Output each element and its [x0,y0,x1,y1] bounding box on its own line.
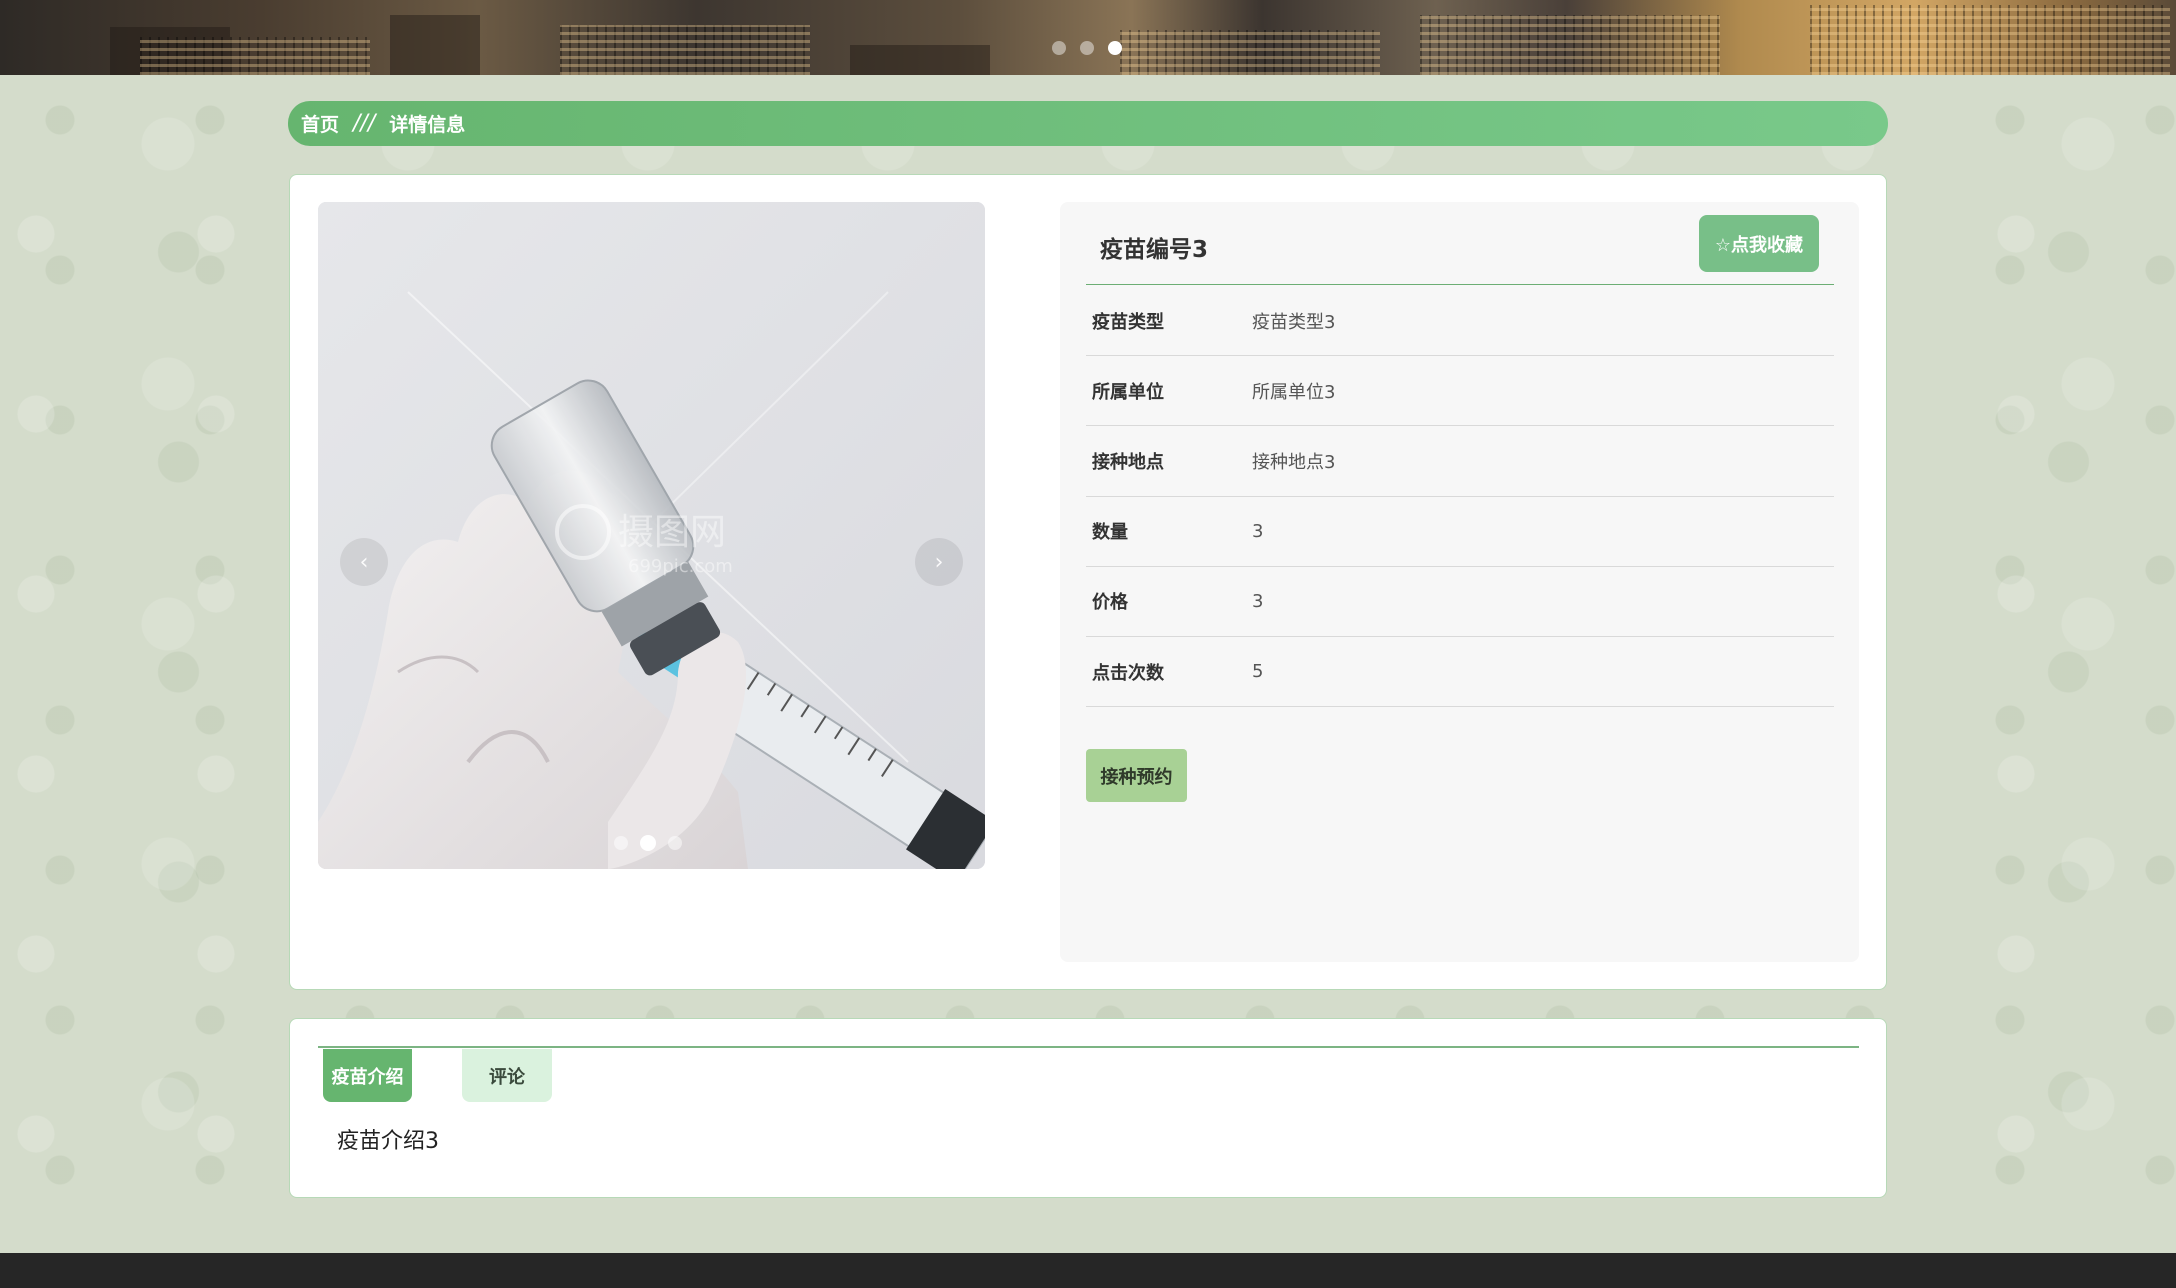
watermark-subtext: 699pic.com [628,556,733,577]
vaccine-title: 疫苗编号3 [1100,237,1209,263]
carousel-prev-button[interactable]: ‹ [340,538,388,586]
banner-dot[interactable] [1080,41,1094,55]
carousel-next-button[interactable]: › [915,538,963,586]
banner-building [1810,5,2170,75]
breadcrumb-separator: /// [353,111,376,136]
info-table: 疫苗类型 疫苗类型3 所属单位 所属单位3 接种地点 接种地点3 数量 3 价格… [1086,286,1834,708]
chevron-left-icon: ‹ [359,549,369,575]
detail-card: 摄图网 699pic.com ‹ › 疫苗编号3 ☆点我收藏 疫苗类型 疫苗类型… [289,174,1887,990]
info-label: 价格 [1092,592,1128,614]
chevron-right-icon: › [934,549,944,575]
info-value: 接种地点3 [1252,451,1336,473]
breadcrumb-home-link[interactable]: 首页 [301,110,339,137]
info-value: 所属单位3 [1252,381,1336,403]
watermark-text: 摄图网 [618,512,726,553]
info-row-vaccine-type: 疫苗类型 疫苗类型3 [1086,286,1834,357]
info-label: 所属单位 [1092,381,1164,403]
carousel-dot-active[interactable] [640,835,656,851]
carousel-indicators [614,835,682,851]
banner-dot-active[interactable] [1108,41,1122,55]
info-value: 5 [1252,661,1264,683]
banner-building [1420,15,1720,75]
tabs-card: 疫苗介绍 评论 疫苗介绍3 [289,1018,1887,1198]
tab-comments[interactable]: 评论 [462,1049,552,1102]
image-carousel[interactable]: 摄图网 699pic.com ‹ › [318,202,985,869]
banner-building [390,15,480,75]
reserve-button[interactable]: 接种预约 [1086,749,1187,802]
info-label: 疫苗类型 [1092,311,1164,333]
info-row-unit: 所属单位 所属单位3 [1086,356,1834,427]
banner-dot[interactable] [1052,41,1066,55]
info-value: 3 [1252,520,1264,542]
info-row-price: 价格 3 [1086,567,1834,637]
tab-divider [318,1046,1859,1048]
footer [0,1253,2176,1288]
info-label: 接种地点 [1092,451,1164,473]
tab-vaccine-intro[interactable]: 疫苗介绍 [323,1049,412,1102]
banner-building [850,45,990,75]
banner-indicators [1052,41,1122,55]
info-header: 疫苗编号3 ☆点我收藏 [1086,202,1834,285]
info-panel: 疫苗编号3 ☆点我收藏 疫苗类型 疫苗类型3 所属单位 所属单位3 接种地点 接… [1060,202,1859,962]
vaccine-photo: 摄图网 699pic.com [318,202,985,869]
breadcrumb-current: 详情信息 [389,114,466,136]
banner-building [140,37,370,75]
banner-building [560,25,810,75]
info-row-clicks: 点击次数 5 [1086,637,1834,708]
info-value: 3 [1252,590,1264,612]
tab-content: 疫苗介绍3 [337,1129,439,1154]
carousel-dot[interactable] [614,836,628,850]
favorite-button[interactable]: ☆点我收藏 [1699,215,1819,272]
banner-building [1120,30,1380,75]
info-value: 疫苗类型3 [1252,311,1336,333]
breadcrumb: 首页 /// 详情信息 [288,101,1888,146]
carousel-dot[interactable] [668,836,682,850]
top-banner [0,0,2176,75]
info-row-location: 接种地点 接种地点3 [1086,426,1834,497]
info-label: 点击次数 [1092,662,1164,684]
info-label: 数量 [1092,522,1128,544]
info-row-quantity: 数量 3 [1086,497,1834,567]
